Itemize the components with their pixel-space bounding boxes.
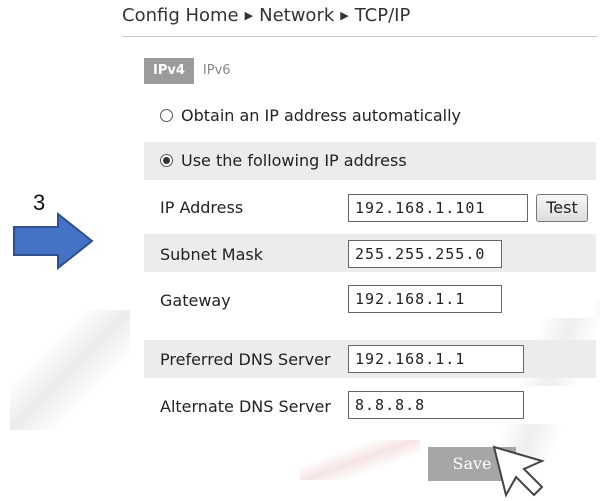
breadcrumb-tcpip: TCP/IP (354, 5, 411, 26)
arrow-right-icon (13, 212, 94, 270)
auto-ip-option[interactable]: Obtain an IP address automatically (160, 106, 461, 125)
breadcrumb-home[interactable]: Config Home (122, 5, 239, 26)
gateway-label: Gateway (160, 291, 231, 310)
alternate-dns-label: Alternate DNS Server (160, 397, 331, 416)
breadcrumb-network[interactable]: Network (259, 5, 334, 26)
watermark (500, 300, 600, 460)
watermark (300, 440, 420, 480)
radio-auto-ip[interactable] (160, 109, 173, 122)
header-divider (122, 36, 597, 37)
ip-address-field[interactable]: 192.168.1.101 (348, 194, 528, 222)
breadcrumb-separator: ▶ (244, 9, 254, 22)
breadcrumb-separator: ▶ (340, 9, 349, 22)
subnet-mask-field[interactable]: 255.255.255.0 (348, 240, 502, 268)
manual-ip-option[interactable]: Use the following IP address (160, 151, 407, 170)
tab-ipv4[interactable]: IPv4 (144, 58, 194, 84)
tab-ipv6[interactable]: IPv6 (194, 58, 240, 84)
subnet-mask-label: Subnet Mask (160, 245, 264, 264)
cursor-icon (492, 445, 545, 498)
radio-manual-ip[interactable] (160, 154, 173, 167)
gateway-field[interactable]: 192.168.1.1 (348, 285, 502, 313)
test-button[interactable]: Test (536, 194, 588, 222)
ip-address-label: IP Address (160, 198, 244, 217)
alternate-dns-field[interactable]: 8.8.8.8 (348, 391, 524, 419)
tab-bar: IPv4 IPv6 (144, 58, 240, 84)
preferred-dns-label: Preferred DNS Server (160, 350, 331, 369)
manual-ip-label: Use the following IP address (181, 151, 407, 170)
watermark (10, 310, 130, 430)
breadcrumb: Config Home ▶ Network ▶ TCP/IP (122, 5, 410, 26)
auto-ip-label: Obtain an IP address automatically (181, 106, 462, 125)
preferred-dns-field[interactable]: 192.168.1.1 (348, 345, 524, 373)
